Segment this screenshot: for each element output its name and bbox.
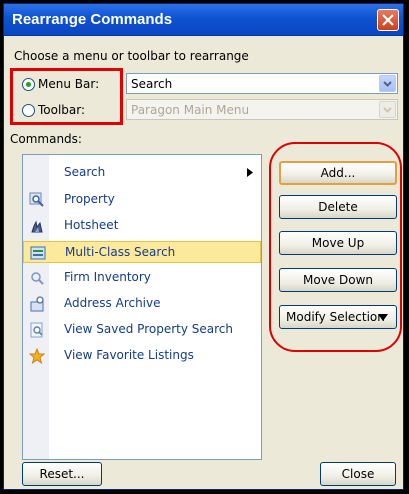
window-close-button[interactable] bbox=[377, 9, 399, 31]
move-up-button[interactable]: Move Up bbox=[279, 231, 397, 255]
list-item[interactable]: Address Archive bbox=[23, 293, 261, 315]
toolbar-dropdown-button[interactable] bbox=[379, 101, 396, 118]
toolbar-select[interactable]: Paragon Main Menu bbox=[126, 99, 398, 120]
add-button[interactable]: Add... bbox=[279, 161, 397, 185]
magnifier-icon bbox=[29, 192, 44, 207]
list-item[interactable]: View Saved Property Search bbox=[23, 319, 261, 341]
window-title: Rearrange Commands bbox=[12, 11, 173, 28]
list-item-label: View Favorite Listings bbox=[64, 348, 194, 362]
list-item-label: View Saved Property Search bbox=[64, 322, 233, 336]
menu-bar-select[interactable]: Search bbox=[126, 73, 398, 94]
move-down-button[interactable]: Move Down bbox=[279, 268, 397, 292]
list-item[interactable]: Search bbox=[23, 162, 261, 184]
toolbar-select-value: Paragon Main Menu bbox=[131, 103, 250, 117]
list-item-label: Hotsheet bbox=[64, 218, 119, 232]
close-icon bbox=[382, 14, 394, 26]
list-item-label: Address Archive bbox=[64, 296, 161, 310]
list-item-label: Firm Inventory bbox=[64, 270, 151, 284]
list-item[interactable]: View Favorite Listings bbox=[23, 345, 261, 367]
list-item[interactable]: Hotsheet bbox=[23, 215, 261, 237]
list-item-selected[interactable]: Multi-Class Search bbox=[23, 241, 261, 263]
list-item-label: Property bbox=[64, 192, 115, 206]
chevron-down-icon bbox=[378, 314, 388, 321]
submenu-arrow-icon bbox=[247, 168, 253, 177]
close-button[interactable]: Close bbox=[320, 462, 396, 486]
list-item[interactable]: Property bbox=[23, 189, 261, 211]
menu-bar-radio-label: Menu Bar: bbox=[38, 77, 100, 91]
saved-search-icon bbox=[30, 322, 43, 338]
reset-button[interactable]: Reset... bbox=[22, 462, 102, 486]
list-item-label: Multi-Class Search bbox=[65, 245, 176, 259]
radio-button-unchecked[interactable] bbox=[22, 104, 35, 117]
toolbar-radio-label: Toolbar: bbox=[38, 103, 86, 117]
radio-button-checked[interactable] bbox=[22, 78, 35, 91]
commands-list[interactable]: Search Property Hotsheet Multi-Class Sea… bbox=[22, 154, 262, 460]
magnifier-icon bbox=[31, 272, 44, 285]
chevron-down-icon bbox=[383, 81, 392, 87]
search-list-icon bbox=[30, 246, 46, 260]
toolbar-radio[interactable]: Toolbar: bbox=[22, 101, 122, 121]
menu-bar-select-value: Search bbox=[131, 77, 173, 91]
title-bar: Rearrange Commands bbox=[4, 4, 403, 36]
address-icon bbox=[30, 296, 44, 312]
rearrange-commands-dialog: Rearrange Commands Choose a menu or tool… bbox=[3, 3, 404, 490]
star-icon bbox=[29, 348, 45, 364]
delete-button[interactable]: Delete bbox=[279, 195, 397, 219]
menu-bar-dropdown-button[interactable] bbox=[379, 75, 396, 92]
fire-icon bbox=[31, 220, 43, 233]
menu-bar-radio[interactable]: Menu Bar: bbox=[22, 75, 122, 95]
modify-selection-label: Modify Selection bbox=[286, 310, 385, 324]
modify-selection-button[interactable]: Modify Selection bbox=[279, 305, 397, 329]
list-item[interactable]: Firm Inventory bbox=[23, 267, 261, 289]
choose-menu-prompt: Choose a menu or toolbar to rearrange bbox=[14, 49, 249, 63]
list-item-label: Search bbox=[64, 165, 106, 179]
chevron-down-icon bbox=[383, 107, 392, 113]
commands-label: Commands: bbox=[10, 132, 82, 146]
